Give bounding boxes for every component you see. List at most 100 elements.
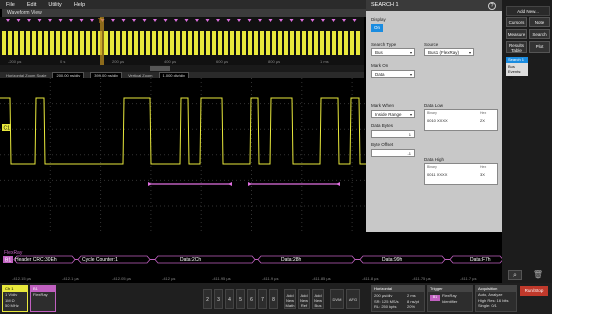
search-mark-icon[interactable] <box>205 19 210 22</box>
search-mark-icon[interactable] <box>79 19 84 22</box>
search-mark-icon[interactable] <box>279 19 283 22</box>
signal-burst <box>266 31 270 55</box>
search-mark-icon[interactable] <box>163 19 168 22</box>
bus-packet-box[interactable] <box>154 255 256 264</box>
trash-icon[interactable]: 🗑 <box>532 270 544 282</box>
data-high-box[interactable]: Binary 0011 XXXX Hex 3X <box>424 163 498 185</box>
signal-burst <box>236 31 240 55</box>
search-mark-icon[interactable] <box>69 19 73 22</box>
search-mark-icon[interactable] <box>258 19 262 22</box>
search-mark-icon[interactable] <box>48 19 52 22</box>
bus-packet-box[interactable] <box>257 255 356 264</box>
time-tick: -411.75 µs <box>412 276 431 281</box>
channel-5-button[interactable]: 5 <box>236 289 245 309</box>
bus-packet-box[interactable] <box>359 255 446 264</box>
add-new-button[interactable]: Add New... <box>506 6 550 16</box>
display-toggle[interactable]: On <box>371 24 383 32</box>
source-select[interactable]: Bus1 (FlexRay) <box>424 48 474 56</box>
trigger-condition: Identifier <box>442 298 458 304</box>
ch1-badge[interactable]: Ch 1 1 V/div 1M Ω 50 MHz <box>2 285 28 312</box>
results-table-button[interactable]: Results Table <box>506 41 527 53</box>
signal-burst <box>188 31 192 55</box>
plot-button[interactable]: Plot <box>529 41 550 53</box>
search-mark-icon[interactable] <box>216 19 220 22</box>
help-icon[interactable]: ? <box>488 2 496 10</box>
add-bus-button[interactable]: Add New Bus <box>312 289 324 309</box>
data-high-hex[interactable]: 3X <box>480 172 485 177</box>
search-mark-icon[interactable] <box>6 19 10 22</box>
data-low-hex[interactable]: 2X <box>480 118 485 123</box>
dvm-button[interactable]: DVM <box>330 289 344 309</box>
b1-badge[interactable]: B1 FlexRay <box>30 285 56 312</box>
note-button[interactable]: Note <box>529 17 550 27</box>
search-mark-icon[interactable] <box>111 19 115 22</box>
search-mark-icon[interactable] <box>27 19 31 22</box>
menu-utility[interactable]: Utility <box>48 2 61 8</box>
signal-burst <box>128 31 132 55</box>
search-mark-icon[interactable] <box>195 19 199 22</box>
search-mark-icon[interactable] <box>300 19 304 22</box>
add-ref-button[interactable]: Add New Ref <box>298 289 310 309</box>
search-mark-icon[interactable] <box>153 19 157 22</box>
channel-2-button[interactable]: 2 <box>203 289 212 309</box>
trigger-badge[interactable]: Trigger B1 FlexRay Identifier <box>427 285 473 312</box>
byte-offset-input[interactable]: -1 <box>371 149 415 157</box>
search-mark-icon[interactable] <box>289 19 294 22</box>
channel-8-button[interactable]: 8 <box>269 289 278 309</box>
search-mark-icon[interactable] <box>142 19 147 22</box>
zoom-scroll-thumb[interactable] <box>150 66 170 71</box>
search-mark-icon[interactable] <box>321 19 325 22</box>
menu-file[interactable]: File <box>6 2 15 8</box>
search-mark-icon[interactable] <box>121 19 126 22</box>
search-type-select[interactable]: Bus <box>371 48 415 56</box>
zoom-icon[interactable]: ⌕ <box>508 270 522 280</box>
search-mark-icon[interactable] <box>132 19 136 22</box>
search-mark-icon[interactable] <box>37 19 42 22</box>
acquisition-badge[interactable]: Acquisition Auto, Analyze High Res: 16 b… <box>475 285 517 312</box>
search-button[interactable]: Search <box>529 29 550 39</box>
horizontal-badge[interactable]: Horizontal 200 µs/div SR: 125 MS/s RL: 2… <box>371 285 425 312</box>
data-low-binary[interactable]: 0010 XXXX <box>427 118 448 123</box>
data-bytes-input[interactable]: 1 <box>371 130 415 138</box>
search-badge-title: Search 1 <box>506 57 528 63</box>
search-mark-icon[interactable] <box>58 19 63 22</box>
search-mark-icon[interactable] <box>226 19 231 22</box>
mark-on-select[interactable]: Data <box>371 70 415 78</box>
channel-7-button[interactable]: 7 <box>258 289 267 309</box>
add-math-button[interactable]: Add New Math <box>284 289 296 309</box>
search-mark-icon[interactable] <box>331 19 336 22</box>
menu-edit[interactable]: Edit <box>27 2 36 8</box>
overview-tick-label: 400 µs <box>164 59 176 64</box>
search-mark-icon[interactable] <box>268 19 273 22</box>
channel-4-button[interactable]: 4 <box>225 289 234 309</box>
overview-waveform[interactable]: T -200 µs 0 s 200 µs 400 µs 600 µs 800 µs 1 ms <box>0 17 364 65</box>
search-mark-icon[interactable] <box>237 19 241 22</box>
channel-6-button[interactable]: 6 <box>247 289 256 309</box>
signal-burst <box>344 31 348 55</box>
channel-3-button[interactable]: 3 <box>214 289 223 309</box>
cursors-button[interactable]: Cursors <box>506 17 527 27</box>
data-high-binary[interactable]: 0011 XXXX <box>427 172 447 177</box>
search-mark-icon[interactable] <box>90 19 94 22</box>
signal-burst <box>104 31 108 55</box>
search-mark-icon[interactable] <box>310 19 315 22</box>
search-mark-icon[interactable] <box>16 19 21 22</box>
measure-button[interactable]: Measure <box>506 29 527 39</box>
search-mark-end-2 <box>336 182 340 186</box>
data-low-box[interactable]: Binary 0010 XXXX Hex 2X <box>424 109 498 131</box>
mark-when-select[interactable]: Inside Range <box>371 110 415 118</box>
overview-tick-label: 200 µs <box>112 59 124 64</box>
search-mark-icon[interactable] <box>247 19 252 22</box>
run-stop-button[interactable]: Run/Stop <box>520 286 548 296</box>
time-tick: -411.85 µs <box>312 276 331 281</box>
search-mark-icon[interactable] <box>174 19 178 22</box>
search-mark-icon[interactable] <box>184 19 189 22</box>
search-mark-icon[interactable] <box>342 19 346 22</box>
signal-burst <box>68 31 72 55</box>
search-1-badge[interactable]: Search 1 Bus Events: 49 <box>506 57 528 80</box>
search-mark-icon[interactable] <box>352 19 357 22</box>
b1-protocol: FlexRay <box>33 292 48 297</box>
bus-segment-0: Header CRC:30Eh <box>15 257 57 263</box>
menu-help[interactable]: Help <box>74 2 85 8</box>
afg-button[interactable]: AFG <box>346 289 360 309</box>
